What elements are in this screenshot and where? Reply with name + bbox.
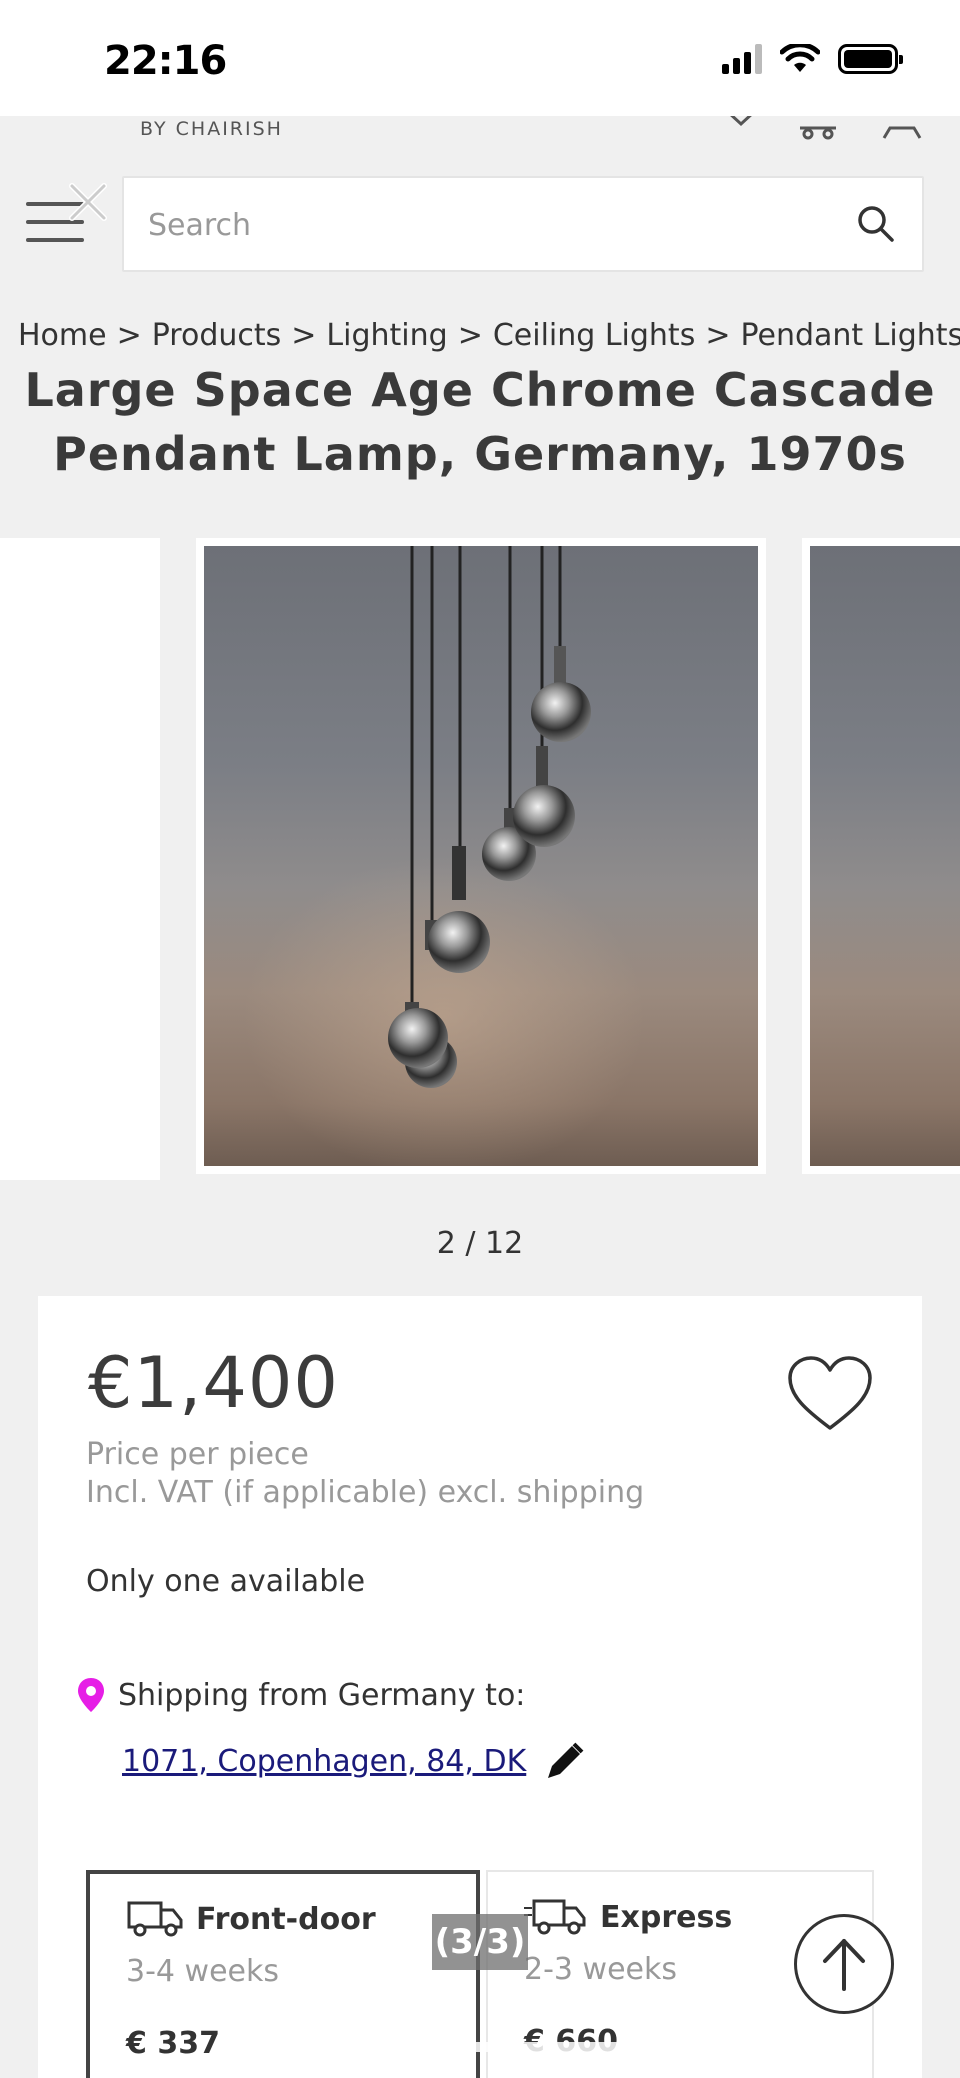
product-title-line1: Large Space Age Chrome Cascade [24, 363, 936, 417]
search-icon[interactable] [856, 204, 896, 244]
status-time: 22:16 [104, 38, 227, 84]
breadcrumb: Home > Products > Lighting > Ceiling Lights > Pe… [18, 318, 960, 353]
shipping-option-time: 2-3 weeks [524, 1952, 677, 1987]
edit-pencil-icon[interactable] [544, 1740, 586, 1782]
signal-icon [722, 44, 762, 74]
shipping-from-label: Shipping from Germany to: [118, 1677, 526, 1713]
shipping-option-header: Express [524, 1898, 732, 1936]
carousel-slide-next[interactable] [802, 538, 960, 1174]
brand-tagline: BY CHAIRISH [140, 118, 283, 140]
shipping-address-link[interactable]: 1071, Copenhagen, 84, DK [122, 1744, 526, 1779]
scroll-to-top-button[interactable] [794, 1914, 894, 2014]
breadcrumb-separator: > [291, 318, 317, 353]
vat-note: Incl. VAT (if applicable) excl. shipping [86, 1475, 645, 1510]
shipping-option-header: Front-door [126, 1900, 376, 1938]
favorite-heart-icon[interactable] [786, 1354, 874, 1434]
home-indicator [316, 2042, 644, 2052]
shipping-from: Shipping from Germany to: [76, 1676, 525, 1714]
header-brand-strip: BY CHAIRISH [0, 116, 960, 148]
cart-icon[interactable] [796, 116, 840, 142]
shipping-option-price: € 337 [126, 2026, 220, 2061]
close-icon[interactable] [66, 180, 110, 224]
next-product-photo [810, 546, 960, 1166]
fast-truck-icon [524, 1899, 586, 1935]
heart-outline-icon[interactable] [724, 116, 758, 132]
product-title-line2: Pendant Lamp, Germany, 1970s [53, 427, 907, 481]
arrow-up-icon [823, 1939, 865, 1991]
breadcrumb-separator: > [457, 318, 483, 353]
wifi-icon [780, 44, 820, 72]
page-indicator-badge: (3/3) [432, 1914, 528, 1970]
product-title: Large Space Age Chrome Cascade Pendant L… [20, 358, 940, 486]
breadcrumb-products[interactable]: Products [152, 318, 282, 353]
carousel-slide-current[interactable] [196, 538, 766, 1174]
product-photo [204, 546, 758, 1166]
breadcrumb-separator: > [116, 318, 142, 353]
breadcrumb-separator: > [705, 318, 731, 353]
image-counter: 2 / 12 [436, 1226, 524, 1261]
truck-icon [127, 1901, 183, 1937]
status-bar: 22:16 [0, 0, 960, 116]
breadcrumb-home[interactable]: Home [18, 318, 107, 353]
shipping-option-name: Front-door [196, 1901, 376, 1937]
status-icons [722, 44, 903, 74]
breadcrumb-lighting[interactable]: Lighting [326, 318, 447, 353]
battery-icon [838, 44, 903, 74]
availability-text: Only one available [86, 1564, 366, 1599]
image-carousel[interactable] [0, 538, 960, 1180]
search-input[interactable] [148, 200, 828, 250]
price-per-label: Price per piece [86, 1437, 309, 1472]
shipping-option-time: 3-4 weeks [126, 1954, 279, 1989]
breadcrumb-pendant-lights[interactable]: Pendant Lights [740, 318, 960, 353]
search-box [122, 176, 924, 272]
pendant-lamp-image [244, 546, 644, 1166]
shipping-option-name: Express [600, 1899, 733, 1935]
location-pin-icon [78, 1678, 104, 1712]
breadcrumb-ceiling-lights[interactable]: Ceiling Lights [493, 318, 696, 353]
price-notes: Price per piece Incl. VAT (if applicable… [86, 1436, 644, 1512]
shipping-address[interactable]: 1071, Copenhagen, 84, DK [122, 1740, 586, 1782]
carousel-slide-previous[interactable] [0, 538, 160, 1180]
user-icon[interactable] [880, 116, 924, 142]
product-price: €1,400 [88, 1342, 339, 1424]
